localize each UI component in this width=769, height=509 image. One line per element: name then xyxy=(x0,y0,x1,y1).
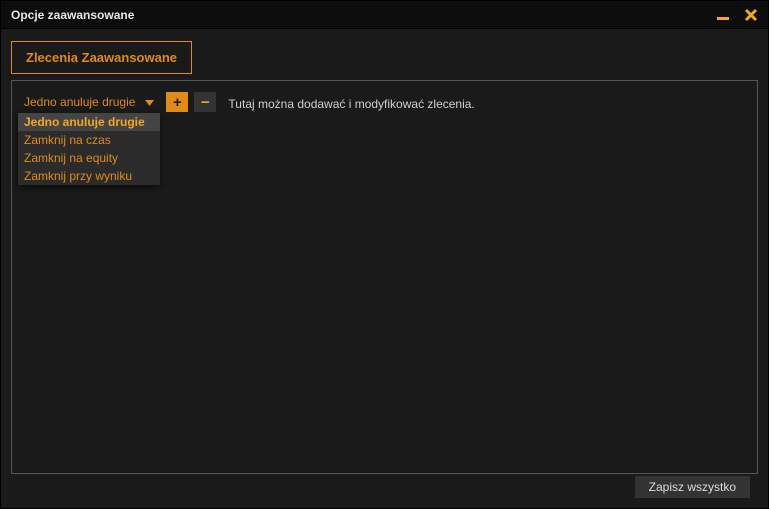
dropdown-button[interactable]: Jedno anuluje drugie xyxy=(22,91,160,113)
content-outer: Jedno anuluje drugie Jedno anuluje drugi… xyxy=(1,80,768,508)
tab-advanced-orders[interactable]: Zlecenia Zaawansowane xyxy=(11,41,192,74)
content-panel: Jedno anuluje drugie Jedno anuluje drugi… xyxy=(11,80,758,474)
save-all-button[interactable]: Zapisz wszystko xyxy=(635,476,750,498)
toolbar: Jedno anuluje drugie Jedno anuluje drugi… xyxy=(22,91,747,113)
dropdown-item-close-time[interactable]: Zamknij na czas xyxy=(18,131,160,149)
titlebar: Opcje zaawansowane xyxy=(1,1,768,29)
window-title: Opcje zaawansowane xyxy=(11,8,714,22)
close-icon[interactable] xyxy=(742,6,760,24)
footer: Zapisz wszystko xyxy=(11,474,758,500)
hint-text: Tutaj można dodawać i modyfikować zlecen… xyxy=(228,94,474,111)
titlebar-actions xyxy=(714,6,760,24)
minimize-icon[interactable] xyxy=(714,6,732,24)
tabbar: Zlecenia Zaawansowane xyxy=(1,29,768,80)
add-button[interactable]: + xyxy=(166,92,188,112)
chevron-down-icon xyxy=(145,95,154,109)
remove-button[interactable]: − xyxy=(194,92,216,112)
dropdown-item-oco[interactable]: Jedno anuluje drugie xyxy=(18,113,160,131)
dropdown-menu: Jedno anuluje drugie Zamknij na czas Zam… xyxy=(18,113,160,185)
dropdown-selected-label: Jedno anuluje drugie xyxy=(24,95,135,109)
order-type-dropdown[interactable]: Jedno anuluje drugie Jedno anuluje drugi… xyxy=(22,91,160,113)
dropdown-item-close-equity[interactable]: Zamknij na equity xyxy=(18,149,160,167)
advanced-options-window: Opcje zaawansowane Zlecenia Zaawansowane… xyxy=(0,0,769,509)
dropdown-item-close-result[interactable]: Zamknij przy wyniku xyxy=(18,167,160,185)
